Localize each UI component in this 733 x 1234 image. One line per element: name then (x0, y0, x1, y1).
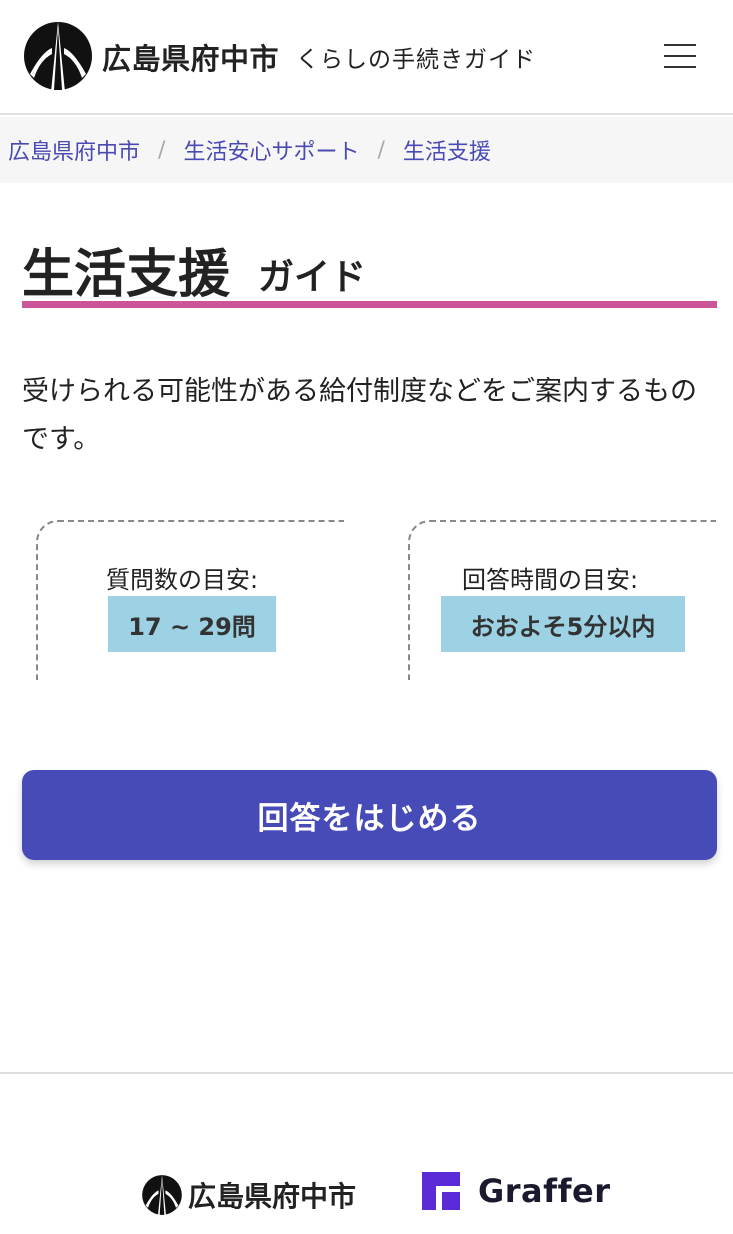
question-count-badge: 17 ~ 29問 (108, 596, 276, 652)
breadcrumb-item-city[interactable]: 広島県府中市 (8, 134, 140, 166)
answer-time-badge: おおよそ5分以内 (441, 596, 685, 652)
page-title-suffix: ガイド (258, 257, 367, 298)
hamburger-menu-icon[interactable] (655, 36, 705, 76)
question-count-card: 質問数の目安: 17 ~ 29問 (36, 520, 344, 680)
breadcrumb: 広島県府中市 / 生活安心サポート / 生活支援 (0, 117, 733, 183)
question-count-label: 質問数の目安: (106, 566, 259, 594)
site-subtitle[interactable]: くらしの手続きガイド (296, 40, 536, 74)
graffer-logo-icon[interactable] (422, 1172, 460, 1210)
breadcrumb-separator: / (158, 137, 166, 163)
city-emblem-icon[interactable] (141, 1172, 183, 1218)
start-answer-button[interactable]: 回答をはじめる (22, 770, 717, 860)
graffer-logo-text[interactable]: Graffer (478, 1172, 610, 1210)
footer-city-name[interactable]: 広島県府中市 (188, 1175, 356, 1215)
site-header: 広島県府中市 くらしの手続きガイド (0, 0, 733, 115)
footer-divider (0, 1072, 733, 1074)
answer-time-label: 回答時間の目安: (462, 566, 639, 594)
answer-time-card: 回答時間の目安: おおよそ5分以内 (408, 520, 716, 680)
site-name[interactable]: 広島県府中市 (102, 36, 279, 78)
breadcrumb-separator: / (377, 137, 385, 163)
page-title: 生活支援 (22, 245, 231, 305)
page-title-block: 生活支援 ガイド (22, 226, 717, 308)
breadcrumb-item-support[interactable]: 生活安心サポート (183, 134, 359, 166)
breadcrumb-item-current[interactable]: 生活支援 (403, 134, 491, 166)
page-description: 受けられる可能性がある給付制度などをご案内するものです。 (22, 376, 697, 455)
city-emblem-icon[interactable] (22, 18, 94, 94)
